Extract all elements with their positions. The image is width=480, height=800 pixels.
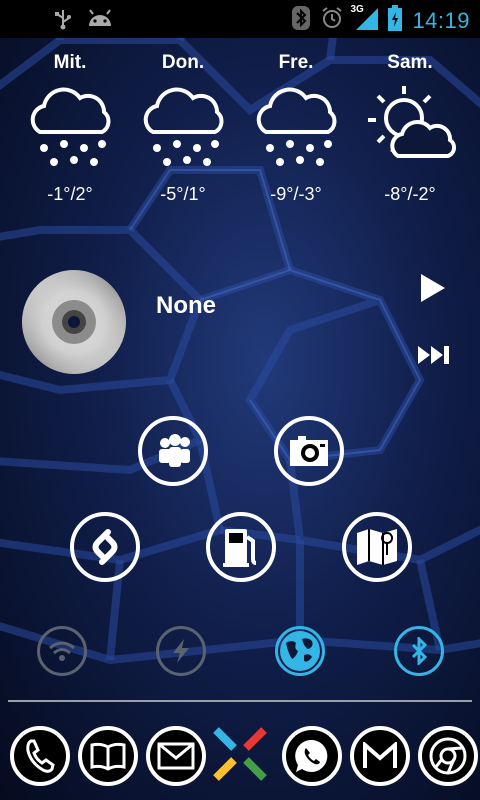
bluetooth-icon [411, 637, 428, 665]
weather-day: Don. -5°/1° [128, 52, 238, 205]
alarm-icon [320, 6, 344, 35]
bluetooth-icon [292, 6, 311, 35]
snow-cloud-icon [30, 87, 111, 166]
fuel-icon [223, 529, 257, 567]
globe-icon [280, 631, 320, 671]
gmail-icon [363, 742, 397, 768]
app-drawer-icon [213, 727, 267, 781]
sun-cloud-icon [368, 86, 456, 158]
dock [0, 722, 480, 792]
network-type-label: 3G [350, 4, 364, 15]
weather-temp: -1°/2° [47, 184, 93, 204]
mobile-data-toggle[interactable] [275, 626, 325, 676]
weather-temp: -9°/-3° [270, 184, 322, 204]
lightning-icon [173, 639, 189, 663]
shazam-icon [92, 529, 118, 565]
dock-divider [8, 700, 472, 702]
chrome-icon [429, 737, 467, 775]
weather-day: Fre. -9°/-3° [241, 52, 351, 205]
weather-day-label: Mit. [53, 52, 87, 73]
whatsapp-shortcut[interactable] [282, 726, 342, 786]
shazam-shortcut[interactable] [70, 512, 140, 582]
battery-charging-icon [388, 5, 403, 36]
weather-temp: -8°/-2° [384, 184, 436, 204]
wifi-toggle[interactable] [37, 626, 87, 676]
play-icon[interactable] [418, 272, 448, 304]
gmail-shortcut[interactable] [350, 726, 410, 786]
clock: 14:19 [412, 7, 470, 33]
book-shortcut[interactable] [78, 726, 138, 786]
status-bar: 3G 14:19 [0, 0, 480, 38]
weather-day: Mit. -1°/2° [15, 52, 125, 205]
signal-icon: 3G [350, 4, 379, 35]
chrome-shortcut[interactable] [418, 726, 478, 786]
weather-widget[interactable]: Mit. -1°/2° Don. -5°/1° Fre. -9°/-3° Sam… [0, 52, 480, 222]
maps-icon [357, 529, 397, 565]
weather-temp: -5°/1° [160, 184, 206, 204]
usb-icon [54, 8, 72, 35]
camera-shortcut[interactable] [274, 416, 344, 486]
myspace-icon [159, 434, 190, 467]
myspace-shortcut[interactable] [138, 416, 208, 486]
book-icon [90, 742, 126, 771]
fuel-shortcut[interactable] [206, 512, 276, 582]
phone-icon [26, 739, 55, 773]
app-drawer-button[interactable] [212, 726, 268, 782]
weather-day-label: Fre. [278, 52, 314, 73]
camera-icon [290, 436, 328, 466]
weather-day-label: Sam. [387, 52, 433, 73]
weather-day: Sam. -8°/-2° [355, 52, 465, 205]
phone-shortcut[interactable] [10, 726, 70, 786]
album-art-disc[interactable] [20, 268, 128, 376]
snow-cloud-icon [256, 87, 337, 166]
flashlight-toggle[interactable] [156, 626, 206, 676]
whatsapp-icon [295, 739, 328, 772]
weather-day-label: Don. [161, 52, 205, 73]
email-shortcut[interactable] [146, 726, 206, 786]
android-icon [86, 8, 114, 35]
mail-icon [157, 742, 195, 770]
snow-cloud-icon [143, 87, 224, 166]
track-title: None [156, 292, 216, 319]
maps-shortcut[interactable] [342, 512, 412, 582]
skip-next-icon[interactable] [416, 344, 452, 366]
wifi-icon [49, 641, 75, 661]
bluetooth-toggle[interactable] [394, 626, 444, 676]
